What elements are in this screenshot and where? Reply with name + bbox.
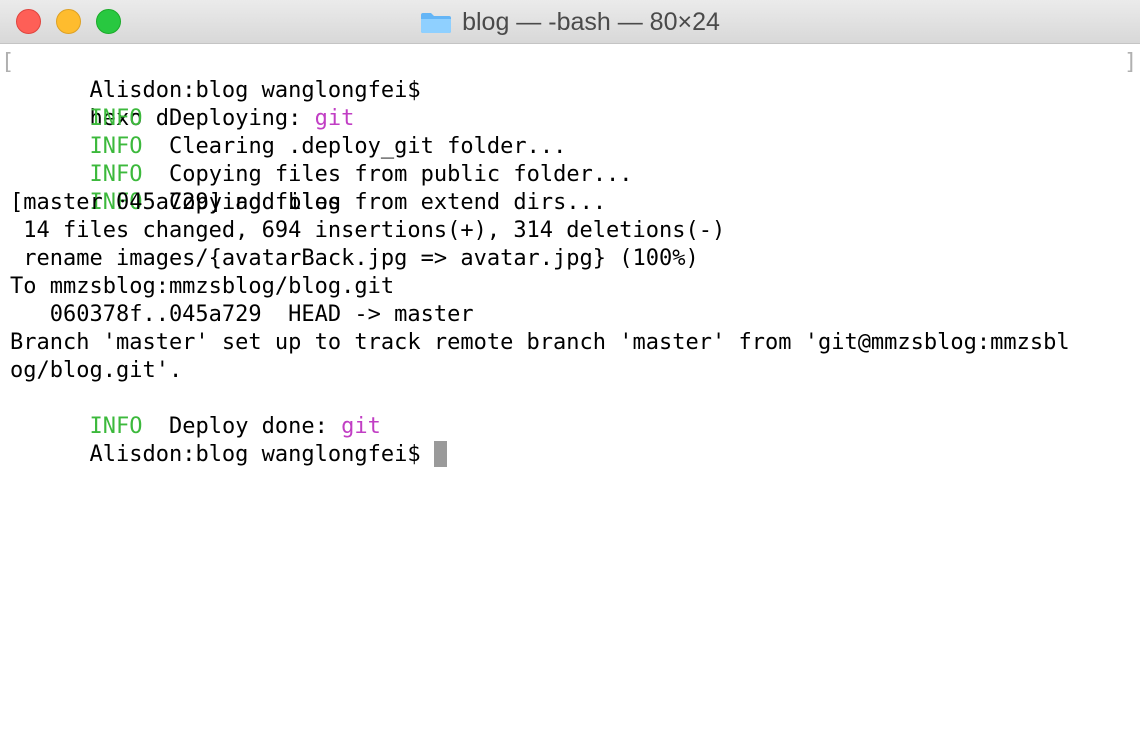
output-line: rename images/{avatarBack.jpg => avatar.… (10, 246, 699, 271)
output-line: 060378f..045a729 HEAD -> master (10, 302, 474, 327)
window-title: blog — -bash — 80×24 (462, 7, 720, 36)
output-line: INFO Deploying: git (10, 77, 354, 131)
output-line: INFO Copying files from public folder... (10, 133, 632, 187)
terminal-window: blog — -bash — 80×24 [ ] Alisdon:blog wa… (0, 0, 1140, 730)
command-line: Alisdon:blog wanglongfei$ hexo d (10, 49, 420, 131)
output-line: INFO Copying files from extend dirs... (10, 161, 606, 215)
current-prompt-line[interactable]: Alisdon:blog wanglongfei$ (10, 413, 447, 467)
text-cursor (433, 441, 447, 467)
output-line: INFO Clearing .deploy_git folder... (10, 105, 566, 159)
window-title-container: blog — -bash — 80×24 (0, 0, 1140, 44)
title-bar[interactable]: blog — -bash — 80×24 (0, 0, 1140, 44)
output-line: [master 045a729] add blog (10, 190, 342, 215)
terminal-content[interactable]: [ ] Alisdon:blog wanglongfei$ hexo d INF… (0, 45, 1140, 730)
output-line: To mmzsblog:mmzsblog/blog.git (10, 274, 395, 299)
output-line: INFO Deploy done: git (10, 385, 380, 439)
output-line: Branch 'master' set up to track remote b… (10, 330, 1070, 355)
right-mark-bracket: ] (1124, 50, 1138, 75)
prompt: Alisdon:blog wanglongfei$ (89, 442, 421, 467)
output-line: 14 files changed, 694 insertions(+), 314… (10, 218, 726, 243)
output-line: og/blog.git'. (10, 358, 183, 383)
folder-icon (421, 13, 452, 33)
